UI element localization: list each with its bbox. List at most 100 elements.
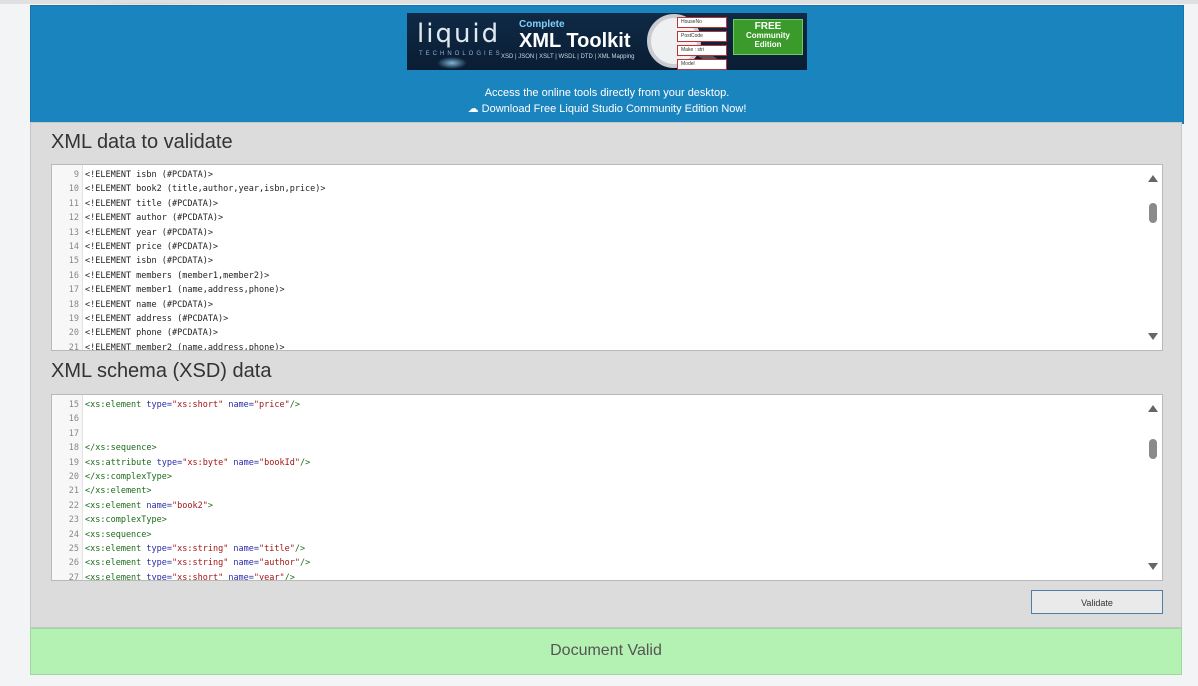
code-line[interactable]: 15 <!ELEMENT isbn (#PCDATA)> — [52, 254, 1144, 268]
code-line[interactable]: 21 <!ELEMENT member2 (name,address,phone)… — [52, 341, 1144, 351]
header: liquid TECHNOLOGIES Complete XML Toolkit… — [30, 5, 1184, 124]
xml-code-lines[interactable]: 9 <!ELEMENT isbn (#PCDATA)> 10 <!ELEMENT bo… — [52, 168, 1144, 351]
code-text: <xs:element type="xs:string" name="autho… — [82, 558, 310, 568]
code-line[interactable]: 17 — [52, 427, 1144, 441]
code-line[interactable]: 23 <xs:complexType> — [52, 513, 1144, 527]
code-token: type= — [146, 558, 173, 569]
code-text: <!ELEMENT book2 (title,author,year,isbn,… — [85, 184, 326, 195]
access-text: Access the online tools directly from yo… — [484, 87, 730, 99]
code-token: name= — [228, 543, 260, 554]
code-line[interactable]: 20 <!ELEMENT phone (#PCDATA)> — [52, 326, 1144, 340]
magnifier-row: HouseNo — [677, 17, 727, 28]
code-text: <!ELEMENT address (#PCDATA)> — [85, 313, 229, 324]
code-text: <!ELEMENT members (member1,member2)> — [85, 270, 270, 281]
cloud-download-icon: ☁ — [467, 103, 479, 115]
validate-button[interactable]: Validate — [1031, 590, 1163, 614]
scroll-down-icon[interactable] — [1148, 333, 1158, 340]
code-token: <xs:element — [85, 558, 147, 569]
line-number: 25 — [68, 543, 79, 554]
code-token: <xs:element — [85, 500, 147, 511]
code-line[interactable]: 18 </xs:sequence> — [52, 441, 1144, 455]
code-token: name= — [223, 572, 254, 581]
code-line[interactable]: 14 <!ELEMENT price (#PCDATA)> — [52, 240, 1144, 254]
code-line[interactable]: 21 </xs:element> — [52, 484, 1144, 498]
code-text: <xs:element name="book2"> — [82, 501, 213, 511]
code-text: <!ELEMENT name (#PCDATA)> — [85, 299, 213, 310]
line-number: 14 — [68, 241, 79, 252]
code-line[interactable]: 20 </xs:complexType> — [52, 470, 1144, 484]
code-line[interactable]: 16 — [52, 412, 1144, 426]
code-text: </xs:element> — [82, 486, 152, 496]
code-line[interactable]: 17 <!ELEMENT member1 (name,address,phone)… — [52, 283, 1144, 297]
liquid-logo: liquid — [417, 19, 501, 49]
code-line[interactable]: 12 <!ELEMENT author (#PCDATA)> — [52, 211, 1144, 225]
code-token: name= — [223, 400, 254, 410]
code-text: <xs:attribute type="xs:byte" name="bookI… — [82, 458, 310, 468]
code-text: <!ELEMENT member2 (name,address,phone)> — [85, 342, 285, 351]
code-line[interactable]: 9 <!ELEMENT isbn (#PCDATA)> — [52, 168, 1144, 182]
magnifier-row: Model — [677, 59, 727, 70]
scroll-up-icon[interactable] — [1148, 175, 1158, 182]
scroll-thumb[interactable] — [1149, 439, 1157, 459]
xml-section-title: XML data to validate — [51, 131, 233, 153]
banner-complete-label: Complete — [519, 19, 565, 30]
line-number: 11 — [68, 198, 79, 209]
line-number: 15 — [68, 256, 79, 267]
code-line[interactable]: 18 <!ELEMENT name (#PCDATA)> — [52, 298, 1144, 312]
xml-editor[interactable]: 9 <!ELEMENT isbn (#PCDATA)> 10 <!ELEMENT bo… — [51, 164, 1163, 351]
scroll-up-icon[interactable] — [1148, 405, 1158, 412]
code-token: </xs:sequence> — [85, 443, 157, 454]
xsd-scrollbar[interactable] — [1144, 395, 1162, 580]
code-text: <xs:element type="xs:string" name="title… — [82, 544, 305, 554]
code-token: name= — [146, 500, 173, 511]
line-number: 16 — [68, 270, 79, 281]
xsd-editor[interactable]: 15 <xs:element type="xs:short" name="pric… — [51, 394, 1163, 581]
line-number: 17 — [68, 428, 79, 439]
code-text: <!ELEMENT member1 (name,address,phone)> — [85, 285, 285, 296]
line-number: 19 — [68, 313, 79, 324]
code-text: <xs:element type="xs:short" name="year"/… — [82, 572, 295, 581]
xml-scrollbar[interactable] — [1144, 165, 1162, 350]
scroll-thumb[interactable] — [1149, 203, 1157, 223]
code-text: <!ELEMENT isbn (#PCDATA)> — [85, 170, 213, 180]
code-token: "title" — [259, 543, 295, 554]
code-line[interactable]: 10 <!ELEMENT book2 (title,author,year,isb… — [52, 182, 1144, 196]
code-line[interactable]: 19 <xs:attribute type="xs:byte" name="boo… — [52, 456, 1144, 470]
code-line[interactable]: 16 <!ELEMENT members (member1,member2)> — [52, 269, 1144, 283]
download-link[interactable]: ☁ Download Free Liquid Studio Community … — [31, 102, 1183, 115]
line-number: 19 — [68, 457, 79, 468]
magnifier-row: Make : stri — [677, 45, 727, 56]
code-token: name= — [228, 558, 260, 569]
code-text: <xs:sequence> — [82, 530, 152, 540]
code-token: </xs:complexType> — [85, 471, 172, 482]
xsd-code-lines[interactable]: 15 <xs:element type="xs:short" name="pric… — [52, 398, 1144, 581]
code-token: "price" — [253, 400, 290, 410]
xsd-section-title: XML schema (XSD) data — [51, 360, 272, 382]
code-line[interactable]: 24 <xs:sequence> — [52, 528, 1144, 542]
code-token: type= — [146, 400, 173, 410]
code-line[interactable]: 19 <!ELEMENT address (#PCDATA)> — [52, 312, 1144, 326]
code-token: "xs:short" — [172, 572, 224, 581]
code-line[interactable]: 27 <xs:element type="xs:short" name="year… — [52, 571, 1144, 581]
code-line[interactable]: 11 <!ELEMENT title (#PCDATA)> — [52, 197, 1144, 211]
line-number: 24 — [68, 529, 79, 540]
code-token: /> — [299, 558, 311, 569]
code-line[interactable]: 25 <xs:element type="xs:string" name="tit… — [52, 542, 1144, 556]
line-number: 9 — [73, 170, 79, 180]
code-line[interactable]: 22 <xs:element name="book2"> — [52, 499, 1144, 513]
magnifier-rows: HouseNo PostCode Make : stri Model — [677, 17, 727, 70]
free-label: FREE — [754, 21, 782, 32]
free-community-badge[interactable]: FREE Community Edition — [733, 19, 803, 55]
code-text: </xs:complexType> — [82, 472, 172, 482]
liquid-logo-subtitle: TECHNOLOGIES — [419, 51, 503, 57]
logo-glow-icon — [437, 57, 467, 69]
code-text: <xs:complexType> — [82, 515, 167, 525]
code-line[interactable]: 26 <xs:element type="xs:string" name="aut… — [52, 556, 1144, 570]
scroll-down-icon[interactable] — [1148, 563, 1158, 570]
line-number: 26 — [68, 558, 79, 569]
promo-banner[interactable]: liquid TECHNOLOGIES Complete XML Toolkit… — [407, 13, 807, 70]
code-line[interactable]: 13 <!ELEMENT year (#PCDATA)> — [52, 226, 1144, 240]
code-line[interactable]: 15 <xs:element type="xs:short" name="pric… — [52, 398, 1144, 412]
code-token: <xs:complexType> — [85, 515, 167, 526]
